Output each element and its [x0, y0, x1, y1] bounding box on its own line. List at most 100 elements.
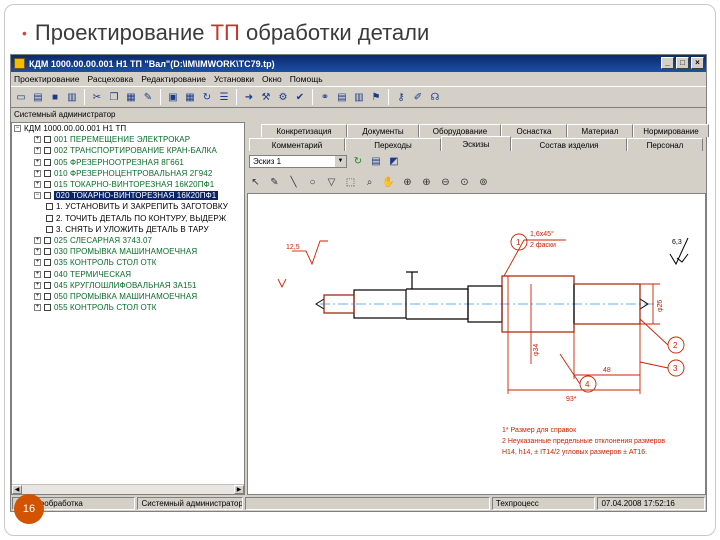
scroll-left-icon[interactable]: ◀	[12, 485, 22, 494]
tree-operation-item[interactable]: +045 КРУГЛОШЛИФОВАЛЬНАЯ 3А151	[12, 280, 244, 291]
collapse-icon[interactable]: −	[14, 125, 21, 133]
search-icon[interactable]: ⌕	[363, 176, 376, 189]
expand-icon[interactable]: +	[34, 136, 41, 144]
collapse-icon[interactable]: −	[34, 192, 41, 200]
copy-icon[interactable]: ❐	[107, 90, 121, 104]
tree-operation-item[interactable]: +030 ПРОМЫВКА МАШИНАМОЕЧНАЯ	[12, 246, 244, 257]
tree-operation-item[interactable]: +001 ПЕРЕМЕЩЕНИЕ ЭЛЕКТРОКАР	[12, 134, 244, 145]
tree-checkbox[interactable]	[46, 203, 53, 211]
expand-icon[interactable]: +	[34, 181, 41, 189]
tab-personnel[interactable]: Персонал	[627, 138, 703, 151]
polygon-icon[interactable]: ▽	[325, 176, 338, 189]
close-button[interactable]: ×	[691, 57, 704, 69]
tree-step-item[interactable]: 3. СНЯТЬ И УЛОЖИТЬ ДЕТАЛЬ В ТАРУ	[12, 224, 244, 235]
menu-design[interactable]: Проектирование	[14, 74, 80, 84]
link-icon[interactable]: ⚭	[318, 90, 332, 104]
new-file-icon[interactable]: ▭	[14, 90, 28, 104]
window-titlebar[interactable]: КДМ 1000.00.00.001 Н1 ТП "Вал"(D:\IM\IMW…	[11, 55, 706, 72]
tree-checkbox[interactable]	[46, 225, 53, 233]
pencil-icon[interactable]: ✎	[268, 176, 281, 189]
tree-checkbox[interactable]	[44, 158, 51, 166]
zoom-out-icon[interactable]: ⊖	[439, 176, 452, 189]
edit-icon[interactable]: ✎	[141, 90, 155, 104]
cut-icon[interactable]: ✂	[90, 90, 104, 104]
tree-checkbox[interactable]	[44, 281, 51, 289]
tab-comment[interactable]: Комментарий	[249, 138, 345, 151]
expand-icon[interactable]: +	[34, 304, 41, 312]
expand-icon[interactable]: +	[34, 147, 41, 155]
maximize-button[interactable]: □	[676, 57, 689, 69]
sketch-canvas[interactable]: 6,3 12,5 1 2 3 4 1,6х45° 2 фаски φ26 φ34…	[247, 193, 706, 495]
zoom-reset-icon[interactable]: ⊚	[477, 176, 490, 189]
print-icon[interactable]: ▥	[65, 90, 79, 104]
tree-checkbox[interactable]	[44, 236, 51, 244]
key-icon[interactable]: ⚷	[394, 90, 408, 104]
scroll-right-icon[interactable]: ▶	[234, 485, 244, 494]
help-icon[interactable]: ☊	[428, 90, 442, 104]
expand-icon[interactable]: +	[34, 292, 41, 300]
tree-root[interactable]: − КДМ 1000.00.00.001 Н1 ТП	[12, 123, 244, 134]
settings-icon[interactable]: ⚙	[276, 90, 290, 104]
sketch-select[interactable]: Эскиз 1 ▼	[249, 154, 347, 168]
tree-operation-item[interactable]: − 020 ТОКАРНО-ВИНТОРЕЗНАЯ 16К20ПФ1	[12, 190, 244, 201]
horizontal-scrollbar[interactable]: ◀ ▶	[12, 484, 244, 494]
expand-icon[interactable]: +	[34, 169, 41, 177]
menu-edit[interactable]: Редактирование	[141, 74, 206, 84]
zoom-in-icon[interactable]: ⊕	[420, 176, 433, 189]
tree-checkbox[interactable]	[44, 136, 51, 144]
chart-icon[interactable]: ▥	[352, 90, 366, 104]
tree-operation-item[interactable]: +015 ТОКАРНО-ВИНТОРЕЗНАЯ 16К20ПФ1	[12, 179, 244, 190]
tree-checkbox[interactable]	[44, 248, 51, 256]
tree-operation-item[interactable]: +055 КОНТРОЛЬ СТОЛ ОТК	[12, 302, 244, 313]
menu-help[interactable]: Помощь	[290, 74, 323, 84]
tree-checkbox[interactable]	[44, 147, 51, 155]
expand-icon[interactable]: +	[34, 236, 41, 244]
refresh-sketch-icon[interactable]: ↻	[351, 154, 365, 168]
calendar-icon[interactable]: ▣	[166, 90, 180, 104]
tree-checkbox[interactable]	[44, 304, 51, 312]
tab-specification[interactable]: Конкретизация	[261, 124, 347, 137]
pen-icon[interactable]: ✐	[411, 90, 425, 104]
tree-checkbox[interactable]	[44, 270, 51, 278]
tab-transitions[interactable]: Переходы	[345, 138, 441, 151]
minimize-button[interactable]: _	[661, 57, 674, 69]
tree-checkbox[interactable]	[44, 169, 51, 177]
tree-operation-item[interactable]: +002 ТРАНСПОРТИРОВАНИЕ КРАН-БАЛКА	[12, 145, 244, 156]
line-icon[interactable]: ╲	[287, 176, 300, 189]
chevron-down-icon[interactable]: ▼	[335, 155, 346, 167]
numbering-icon[interactable]: ▤	[369, 154, 383, 168]
pan-icon[interactable]: ✋	[382, 176, 395, 189]
zoom-extents-icon[interactable]: ⊕	[401, 176, 414, 189]
flag-icon[interactable]: ⚑	[369, 90, 383, 104]
tab-documents[interactable]: Документы	[347, 124, 419, 137]
tree-checkbox[interactable]	[44, 259, 51, 267]
tree-step-item[interactable]: 2. ТОЧИТЬ ДЕТАЛЬ ПО КОНТУРУ, ВЫДЕРЖ	[12, 213, 244, 224]
tree-checkbox[interactable]	[44, 192, 51, 200]
menu-settings[interactable]: Установки	[214, 74, 254, 84]
arrow-icon[interactable]: ➜	[242, 90, 256, 104]
open-folder-icon[interactable]: ▤	[31, 90, 45, 104]
tab-rating[interactable]: Нормирование	[633, 124, 709, 137]
tree-operation-item[interactable]: +025 СЛЕСАРНАЯ 3743.07	[12, 235, 244, 246]
table-icon[interactable]: ▤	[335, 90, 349, 104]
tree-operation-item[interactable]: +040 ТЕРМИЧЕСКАЯ	[12, 268, 244, 279]
zoom-window-icon[interactable]: ⊙	[458, 176, 471, 189]
check-icon[interactable]: ✔	[293, 90, 307, 104]
pointer-icon[interactable]: ↖	[249, 176, 262, 189]
tree-checkbox[interactable]	[46, 214, 53, 222]
save-icon[interactable]: ■	[48, 90, 62, 104]
tree-operation-item[interactable]: +035 КОНТРОЛЬ СТОЛ ОТК	[12, 257, 244, 268]
list-icon[interactable]: ☰	[217, 90, 231, 104]
tree-step-item[interactable]: 1. УСТАНОВИТЬ И ЗАКРЕПИТЬ ЗАГОТОВКУ	[12, 201, 244, 212]
expand-icon[interactable]: +	[34, 259, 41, 267]
refresh-icon[interactable]: ↻	[200, 90, 214, 104]
expand-icon[interactable]: +	[34, 158, 41, 166]
grid-icon[interactable]: ▦	[183, 90, 197, 104]
circle-icon[interactable]: ○	[306, 176, 319, 189]
menu-window[interactable]: Окно	[262, 74, 282, 84]
tree-operation-item[interactable]: +050 ПРОМЫВКА МАШИНАМОЕЧНАЯ	[12, 291, 244, 302]
tab-sketches[interactable]: Эскизы	[441, 136, 511, 151]
tree-operation-item[interactable]: +010 ФРЕЗЕРНОЦЕНТРОВАЛЬНАЯ 2Г942	[12, 168, 244, 179]
menu-routing[interactable]: Расцеховка	[88, 74, 134, 84]
tab-product-structure[interactable]: Состав изделия	[511, 138, 627, 151]
